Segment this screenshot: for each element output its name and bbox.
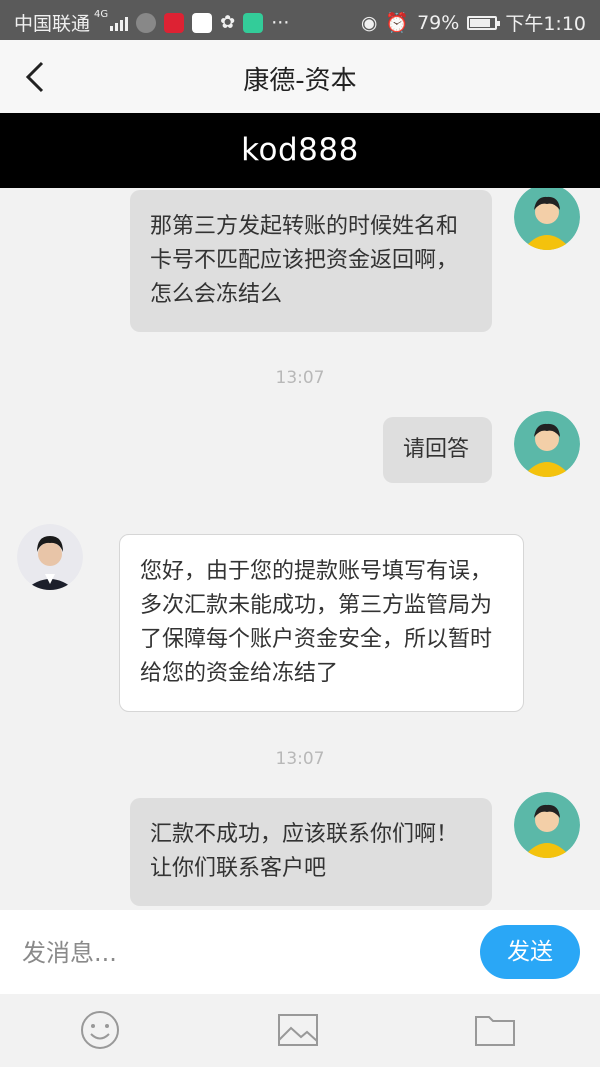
app-icon <box>136 12 157 33</box>
more-label: ··· <box>271 11 290 34</box>
message-text: 那第三方发起转账的时候姓名和卡号不匹配应该把资金返回啊，怎么会冻结么 <box>150 214 459 307</box>
message-text: 请回答 <box>403 437 470 462</box>
timestamp: 13:07 <box>275 368 325 388</box>
eye-icon: ◉ <box>360 11 378 34</box>
alarm-icon: ⏰ <box>385 12 410 34</box>
message-bubble: 那第三方发起转账的时候姓名和卡号不匹配应该把资金返回啊，怎么会冻结么 <box>130 190 492 332</box>
app-icon <box>243 12 264 33</box>
folder-button[interactable] <box>473 1008 517 1052</box>
message-bubble: 您好，由于您的提款账号填写有误，多次汇款未能成功，第三方监管局为了保障每个账户资… <box>119 534 524 712</box>
page-title: 康德-资本 <box>243 66 357 96</box>
folder-icon <box>475 1016 515 1046</box>
message-bubble: 请回答 <box>383 417 492 483</box>
emoji-button[interactable] <box>78 1008 122 1052</box>
user-avatar[interactable] <box>514 188 580 250</box>
app-icon <box>164 12 185 33</box>
carrier-label: 中国联通 <box>14 13 91 35</box>
wechat-icon: ✿ <box>220 12 236 33</box>
message-text: 您好，由于您的提款账号填写有误，多次汇款未能成功，第三方监管局为了保障每个账户资… <box>140 559 493 686</box>
send-button[interactable]: 发送 <box>480 925 580 979</box>
clock: 下午1:10 <box>505 13 586 35</box>
signal-icon <box>110 15 129 31</box>
app-icon <box>192 12 213 33</box>
nav-bar: 康德-资本 <box>0 40 600 113</box>
timestamp: 13:07 <box>275 749 325 769</box>
battery-percent: 79% <box>417 11 460 34</box>
image-icon <box>278 1014 318 1046</box>
message-bubble: 汇款不成功，应该联系你们啊！让你们联系客户吧 <box>130 798 492 906</box>
user-avatar[interactable] <box>514 792 580 858</box>
header-banner: kod888 <box>0 113 600 188</box>
image-button[interactable] <box>276 1008 320 1052</box>
status-bar: 中国联通 4G ✿ ··· ◉ ⏰ 79% 下午1:10 <box>0 0 600 40</box>
message-input[interactable] <box>20 930 464 976</box>
message-text: 汇款不成功，应该联系你们啊！让你们联系客户吧 <box>150 822 459 881</box>
agent-avatar[interactable] <box>17 524 83 590</box>
emoji-icon <box>81 1011 119 1049</box>
bottom-toolbar <box>0 994 600 1067</box>
chat-area[interactable]: 那第三方发起转账的时候姓名和卡号不匹配应该把资金返回啊，怎么会冻结么 13:07… <box>0 188 600 910</box>
user-avatar[interactable] <box>514 411 580 477</box>
battery-icon <box>467 15 501 30</box>
network-label: 4G <box>94 9 109 20</box>
